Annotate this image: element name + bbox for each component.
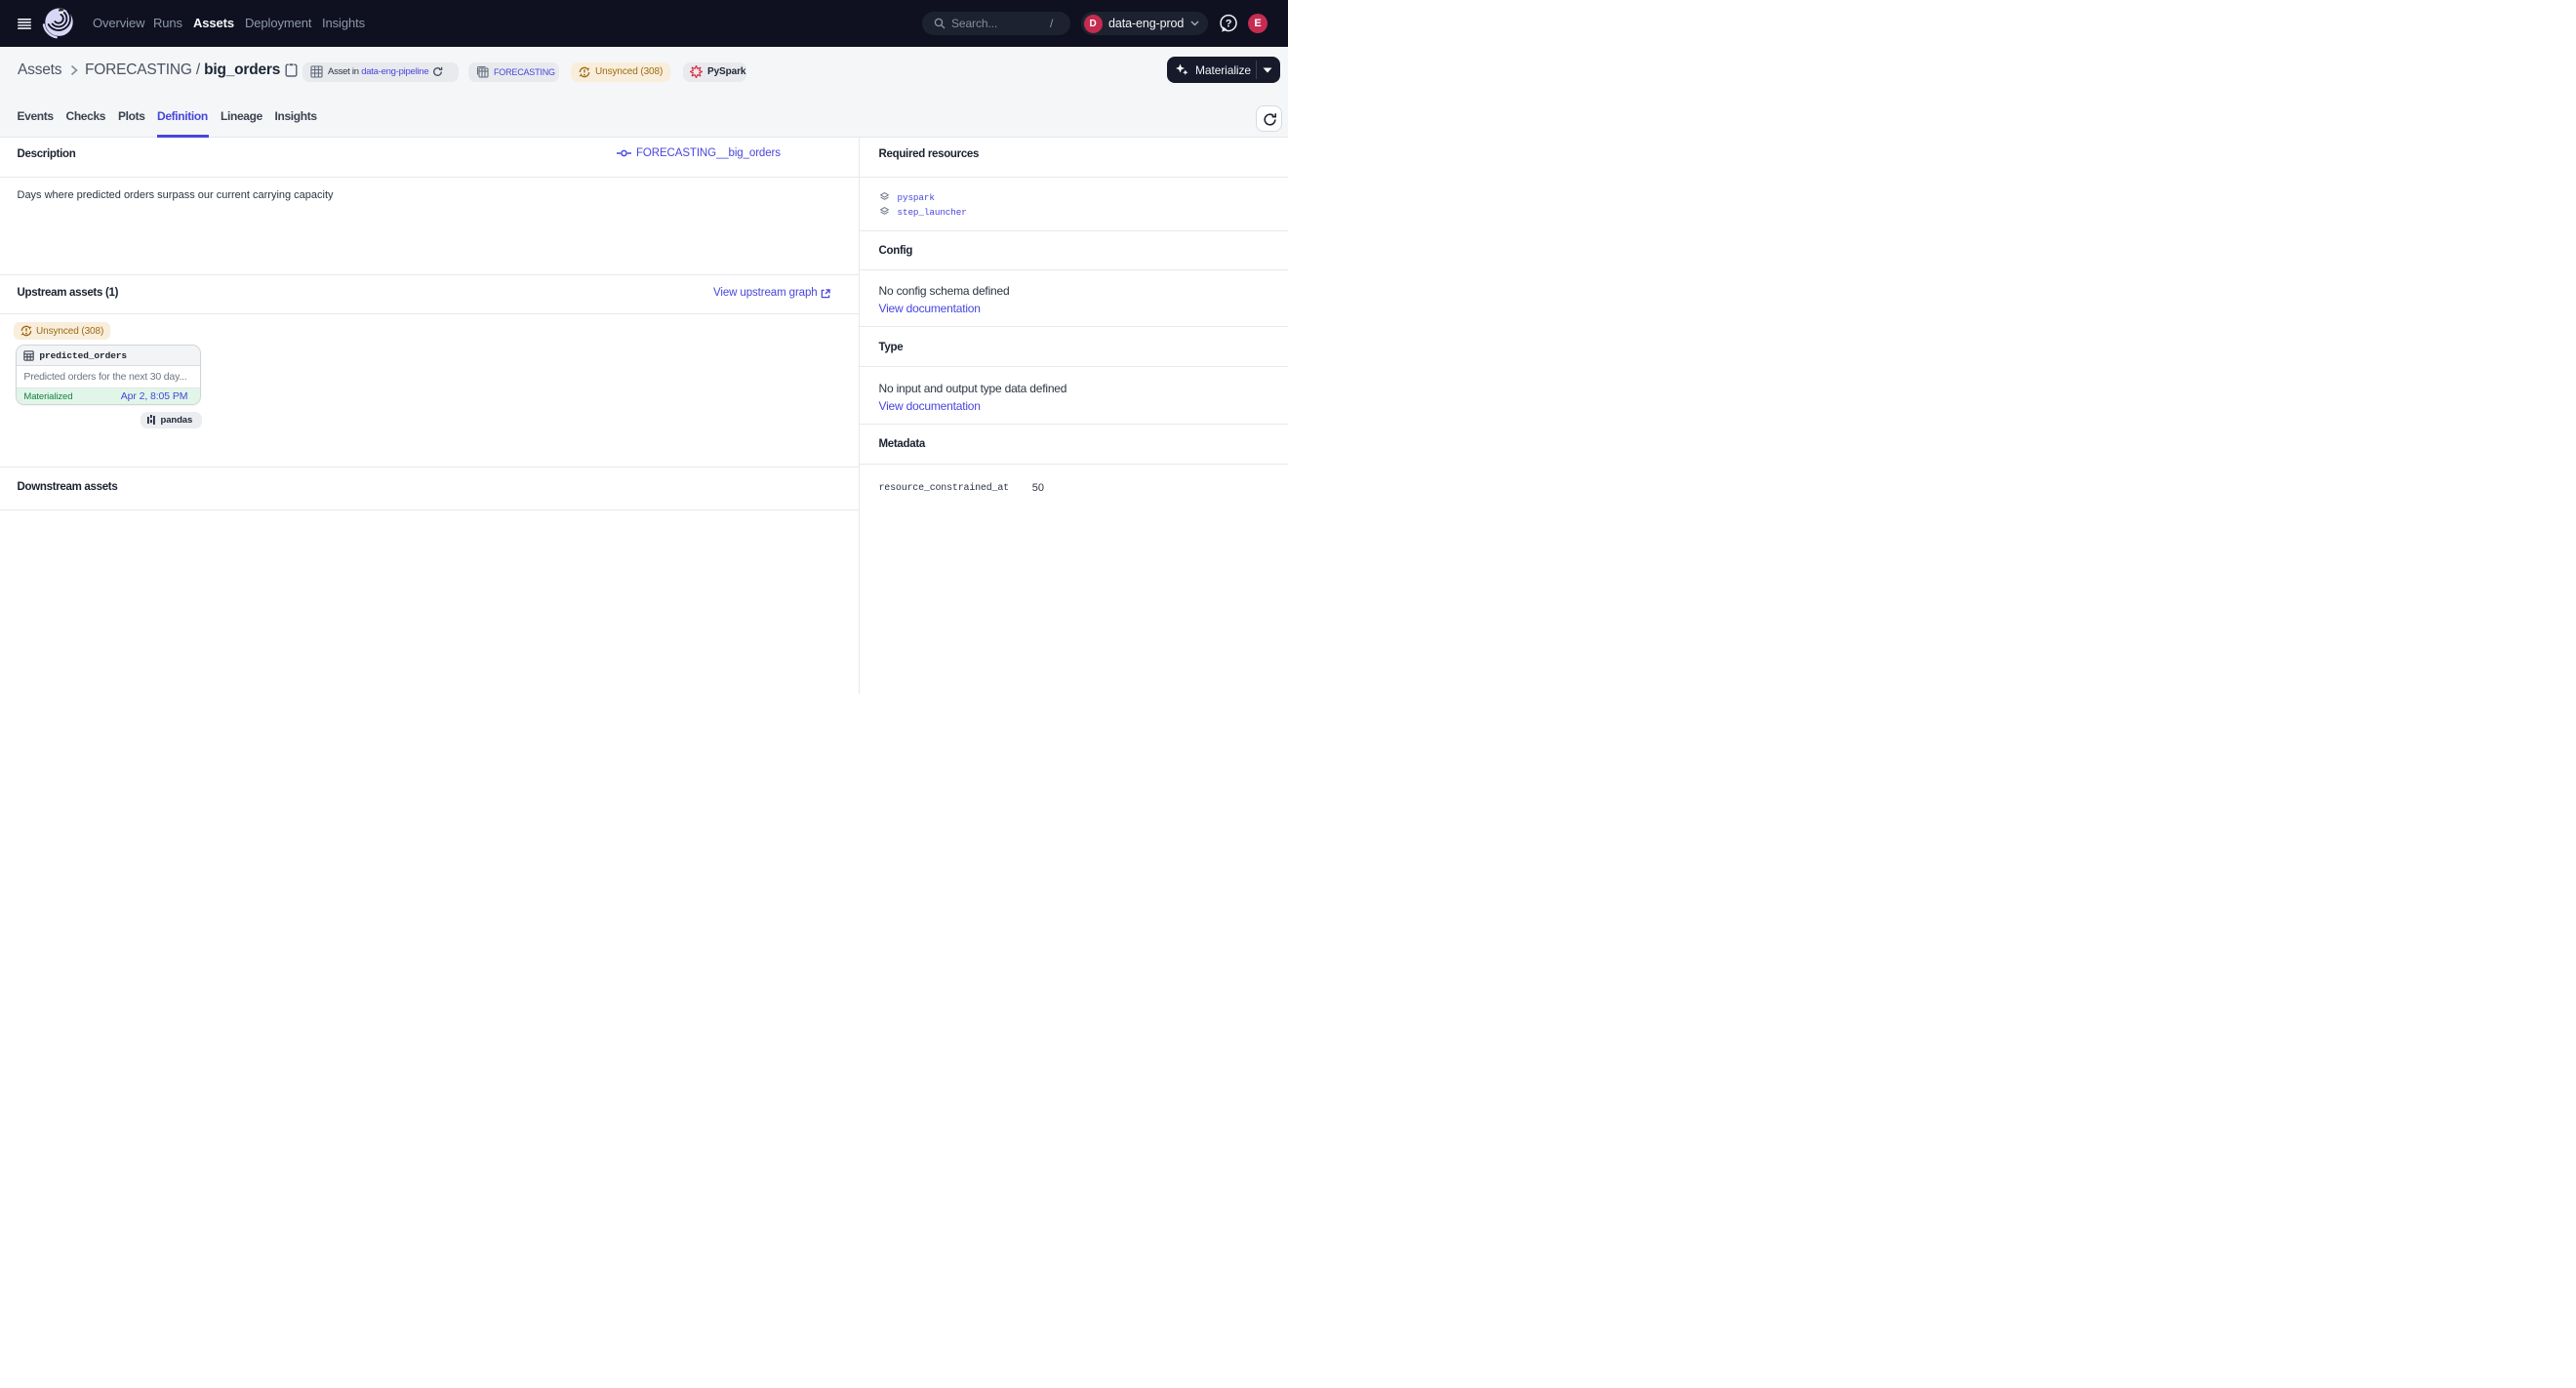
svg-text:?: ? [1226, 19, 1232, 30]
